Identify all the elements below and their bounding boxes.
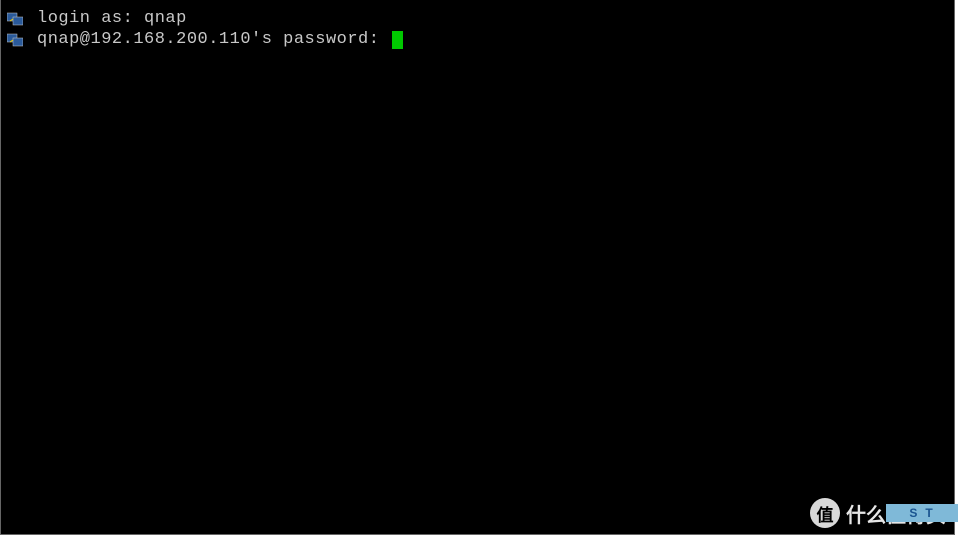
terminal-line: login as: qnap [1, 8, 954, 29]
terminal-cursor[interactable] [392, 31, 403, 49]
terminal-line: qnap@192.168.200.110's password: [1, 29, 954, 50]
watermark-secondary: ST [886, 504, 958, 522]
watermark-badge-char: 值 [817, 501, 834, 526]
login-prompt-label: login as: [37, 9, 144, 28]
password-prompt-label: qnap@192.168.200.110's password: [37, 30, 390, 49]
putty-icon [7, 32, 23, 48]
putty-icon [7, 11, 23, 27]
username-value: qnap [144, 9, 187, 28]
watermark-badge: 值 [810, 498, 840, 528]
watermark-secondary-text: ST [909, 506, 940, 520]
terminal-window[interactable]: login as: qnap qnap@192.168.200.110's pa… [0, 0, 955, 535]
